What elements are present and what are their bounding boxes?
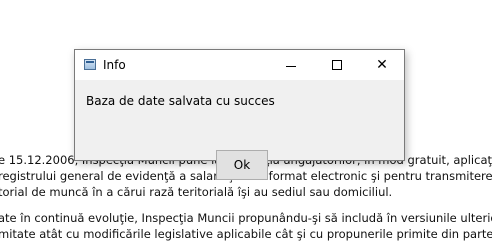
minimize-icon <box>286 65 296 67</box>
info-dialog: Info ✕ Baza de date salvata cu succes Ok <box>74 49 405 180</box>
minimize-button[interactable] <box>268 50 314 80</box>
window-app-icon <box>84 59 96 70</box>
dialog-title: Info <box>103 58 126 72</box>
ok-button-label: Ok <box>233 158 251 172</box>
document-line: torial de muncă în a cărui rază teritori… <box>0 185 393 199</box>
dialog-message: Baza de date salvata cu succes <box>86 94 275 108</box>
screen: e 15.12.2006, Inspecţia Muncii pune la d… <box>0 0 492 249</box>
ok-button[interactable]: Ok <box>216 150 268 180</box>
dialog-titlebar[interactable]: Info ✕ <box>75 50 404 80</box>
document-line: mitate atât cu modificările legislative … <box>0 227 492 241</box>
close-icon: ✕ <box>376 57 388 73</box>
dialog-body: Baza de date salvata cu succes Ok <box>75 80 404 180</box>
document-line: ate în continuă evoluţie, Inspecţia Munc… <box>0 211 492 225</box>
maximize-button[interactable] <box>314 50 360 80</box>
document-paragraph-2: ate în continuă evoluţie, Inspecţia Munc… <box>0 210 492 242</box>
close-button[interactable]: ✕ <box>359 50 405 80</box>
maximize-icon <box>332 60 342 70</box>
